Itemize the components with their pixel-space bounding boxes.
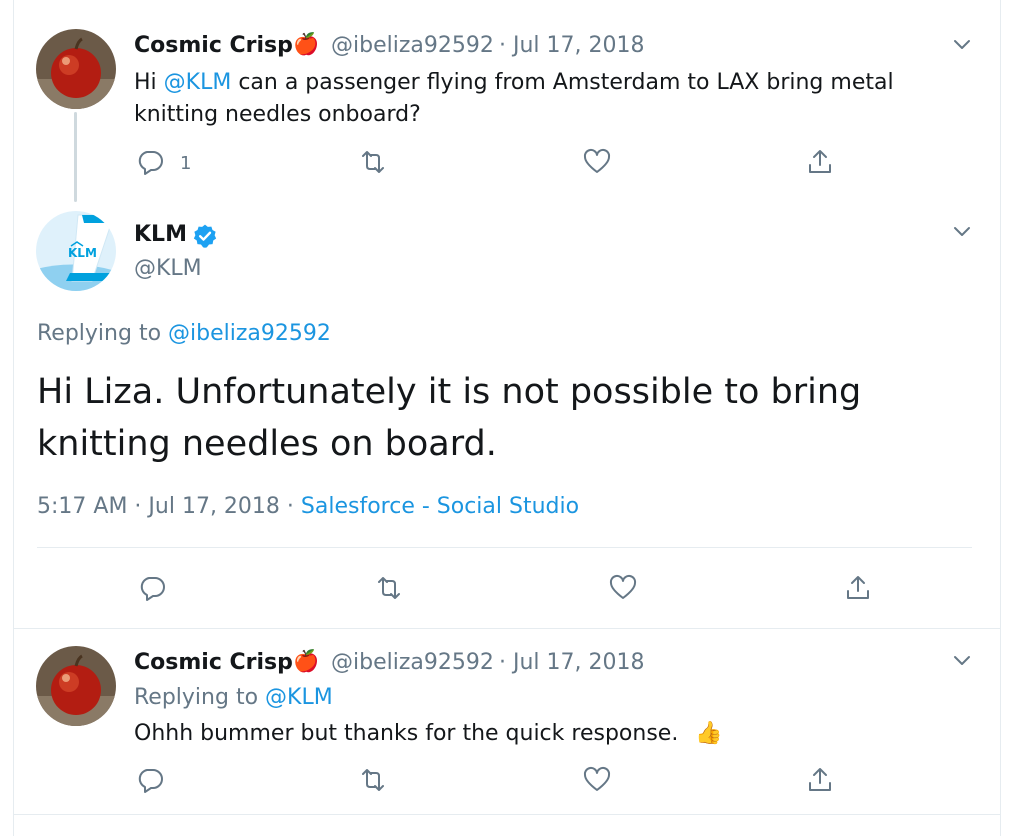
tweet-timestamp[interactable]: 5:17 AM · Jul 17, 2018 · xyxy=(37,494,301,519)
replying-to-label: Replying to xyxy=(134,685,266,710)
heart-icon[interactable] xyxy=(581,764,613,796)
thread-connector xyxy=(74,112,77,202)
divider xyxy=(37,547,972,548)
avatar-cosmic-crisp[interactable] xyxy=(36,646,116,726)
retweet-icon[interactable] xyxy=(357,146,389,178)
retweet-icon[interactable] xyxy=(357,764,389,796)
replying-to-link[interactable]: @KLM xyxy=(265,685,333,710)
retweet-icon[interactable] xyxy=(373,572,405,604)
chevron-down-icon[interactable] xyxy=(950,648,974,672)
author-handle[interactable]: @KLM xyxy=(134,256,202,281)
tweet-text: Ohhh bummer but thanks for the quick res… xyxy=(134,718,954,750)
mention-link[interactable]: @KLM xyxy=(164,70,232,95)
tweet-text-part: can a passenger flying from Amsterdam to… xyxy=(231,70,894,95)
author-name[interactable]: Cosmic Crisp xyxy=(134,650,293,675)
replying-to-link[interactable]: @ibeliza92592 xyxy=(168,321,331,346)
author-name[interactable]: Cosmic Crisp xyxy=(134,33,293,58)
column-border-right xyxy=(1000,0,1001,836)
svg-text:KLM: KLM xyxy=(68,246,97,260)
heart-icon[interactable] xyxy=(607,572,639,604)
replying-to: Replying to @KLM xyxy=(134,685,333,710)
chevron-down-icon[interactable] xyxy=(950,32,974,56)
reply-icon[interactable] xyxy=(134,764,166,796)
thumbs-up-emoji: 👍 xyxy=(695,721,723,746)
tweet-text-part: Ohhh bummer but thanks for the quick res… xyxy=(134,721,679,746)
divider xyxy=(13,814,1001,815)
author-handle[interactable]: @ibeliza92592 xyxy=(331,33,494,58)
avatar-cosmic-crisp[interactable] xyxy=(36,29,116,109)
tweet-text: Hi Liza. Unfortunately it is not possibl… xyxy=(37,372,862,464)
heart-icon[interactable] xyxy=(581,146,613,178)
reply-icon[interactable] xyxy=(134,146,166,178)
share-icon[interactable] xyxy=(842,572,874,604)
chevron-down-icon[interactable] xyxy=(950,219,974,243)
reply-count: 1 xyxy=(180,153,192,174)
author-handle[interactable]: @ibeliza92592 xyxy=(331,650,494,675)
verified-badge-icon xyxy=(192,223,218,249)
tweet-thread: Cosmic Crisp 🍎 @ibeliza92592 · Jul 17, 2… xyxy=(0,0,1024,836)
tweet-text-part: knitting needles onboard? xyxy=(134,102,421,127)
author-name[interactable]: KLM xyxy=(134,222,187,247)
avatar-klm[interactable]: KLM xyxy=(36,211,116,291)
share-icon[interactable] xyxy=(804,764,836,796)
replying-to: Replying to @ibeliza92592 xyxy=(37,321,331,346)
tweet-date[interactable]: · Jul 17, 2018 xyxy=(499,650,645,675)
tweet-text: Hi @KLM can a passenger flying from Amst… xyxy=(134,67,954,131)
divider xyxy=(13,628,1001,629)
tweet-date[interactable]: · Jul 17, 2018 xyxy=(499,33,645,58)
share-icon[interactable] xyxy=(804,146,836,178)
column-border-left xyxy=(13,0,14,836)
tweet-source-link[interactable]: Salesforce - Social Studio xyxy=(301,494,579,519)
replying-to-label: Replying to xyxy=(37,321,169,346)
tweet-text-part: Hi xyxy=(134,70,164,95)
apple-emoji: 🍎 xyxy=(293,32,320,56)
tweet-metadata: 5:17 AM · Jul 17, 2018 · Salesforce - So… xyxy=(37,494,579,519)
reply-icon[interactable] xyxy=(136,572,168,604)
apple-emoji: 🍎 xyxy=(293,649,320,673)
